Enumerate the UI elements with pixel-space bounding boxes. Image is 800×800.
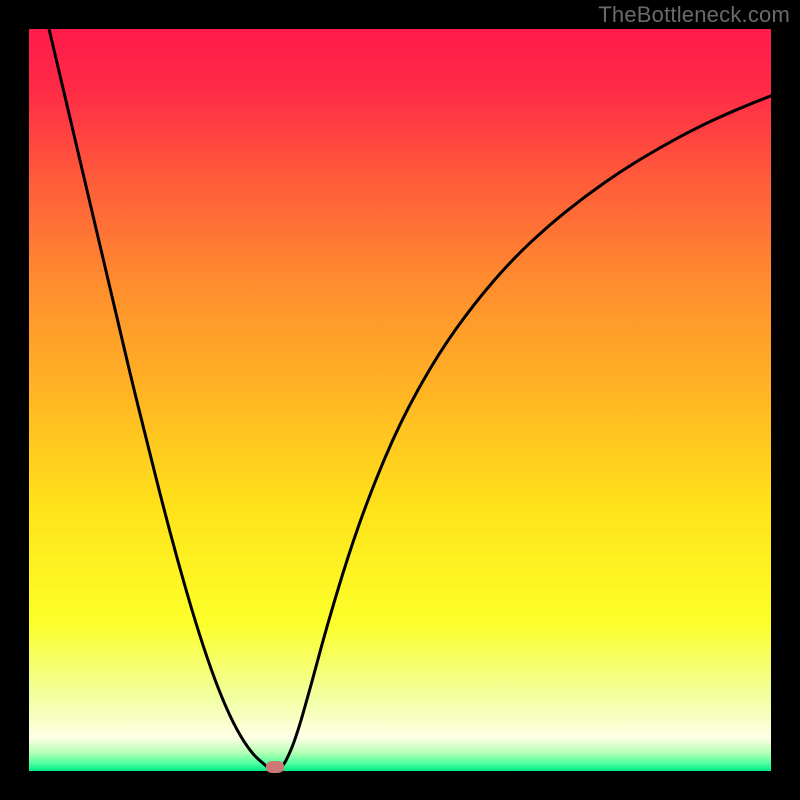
gradient-background xyxy=(29,29,771,771)
optimum-marker xyxy=(266,761,284,773)
bottleneck-plot xyxy=(29,29,771,771)
watermark-text: TheBottleneck.com xyxy=(598,2,790,28)
chart-frame: TheBottleneck.com xyxy=(0,0,800,800)
